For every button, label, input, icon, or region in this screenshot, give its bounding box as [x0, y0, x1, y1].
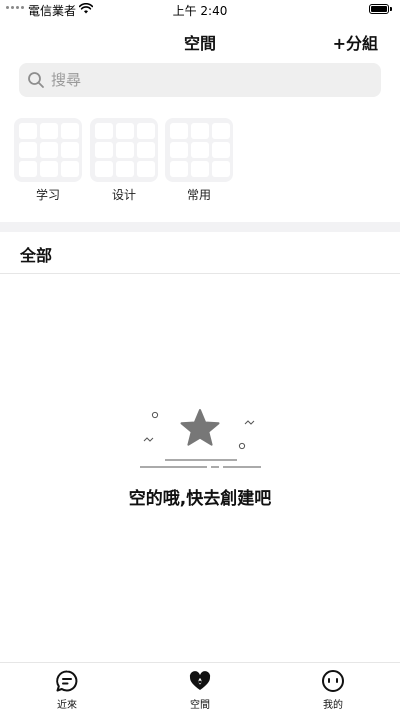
- folder-grid-icon: [90, 118, 158, 182]
- empty-state-message: 空的哦,快去創建吧: [128, 489, 272, 509]
- tab-bar: 近來 空間 我的: [0, 662, 400, 710]
- star-icon: [180, 409, 220, 446]
- section-title: 全部: [20, 246, 53, 265]
- section-divider: [0, 222, 400, 232]
- search-input[interactable]: [51, 71, 351, 89]
- group-label: 常用: [186, 188, 211, 202]
- group-folder-common[interactable]: 常用: [165, 118, 233, 208]
- face-icon: [322, 670, 344, 692]
- group-label: 学习: [35, 188, 60, 202]
- space-screen: 電信業者 上午 2:40 空間 +分組 学习 设计: [0, 0, 400, 710]
- tab-space[interactable]: 空間: [170, 669, 230, 710]
- tab-label: 我的: [323, 700, 343, 710]
- group-folder-study[interactable]: 学习: [14, 118, 82, 208]
- group-folder-design[interactable]: 设计: [90, 118, 158, 208]
- tab-recent[interactable]: 近來: [37, 669, 97, 710]
- add-group-button[interactable]: +分組: [333, 30, 378, 54]
- battery-icon: [369, 4, 392, 14]
- tab-label: 空間: [190, 700, 210, 710]
- tab-label: 近來: [57, 700, 77, 710]
- status-time: 上午 2:40: [172, 4, 228, 18]
- search-icon: [28, 72, 44, 88]
- chat-bubble-icon: [56, 670, 78, 692]
- space-heart-icon: [189, 671, 211, 690]
- group-label: 设计: [111, 188, 136, 202]
- status-bar: 電信業者 上午 2:40: [0, 0, 400, 20]
- tab-mine[interactable]: 我的: [303, 669, 363, 710]
- empty-star-illustration: [140, 409, 261, 468]
- search-bar[interactable]: [19, 63, 381, 97]
- folder-grid-icon: [14, 118, 82, 182]
- divider: [0, 273, 400, 274]
- folder-grid-icon: [165, 118, 233, 182]
